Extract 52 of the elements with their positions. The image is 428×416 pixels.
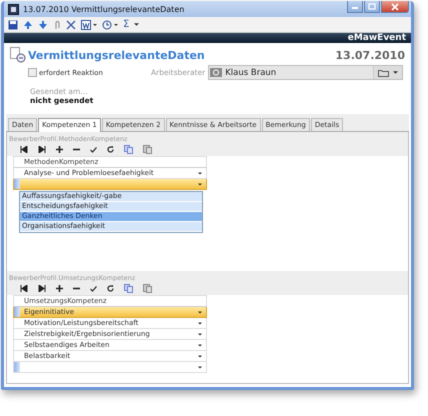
caret-icon[interactable] [198, 344, 202, 346]
add-icon[interactable] [56, 285, 63, 292]
refresh-icon[interactable] [107, 285, 114, 292]
form-date: 13.07.2010 [335, 48, 405, 62]
arrow-down-icon[interactable] [38, 20, 48, 30]
row-indicator [14, 307, 20, 317]
paste-icon[interactable] [143, 145, 152, 154]
clock-icon[interactable] [102, 20, 118, 30]
caret-icon[interactable] [198, 332, 202, 336]
copy-icon[interactable] [124, 284, 133, 293]
copy-icon[interactable] [124, 145, 133, 154]
caret-icon[interactable] [198, 172, 202, 174]
caret-icon[interactable] [198, 310, 202, 314]
caret-icon[interactable] [198, 182, 202, 186]
delete-icon[interactable] [66, 20, 76, 30]
save-icon[interactable] [8, 20, 18, 30]
caret-icon[interactable] [134, 23, 140, 26]
maximize-button[interactable] [364, 1, 380, 13]
close-button[interactable] [381, 1, 409, 13]
minimize-button[interactable] [347, 1, 363, 13]
checkmark-icon[interactable] [90, 146, 97, 152]
window-title: 13.07.2010 VermittlungsrelevanteDaten [23, 4, 186, 14]
remove-icon[interactable] [73, 148, 80, 151]
row-indicator [14, 179, 20, 189]
first-record-icon[interactable] [20, 146, 28, 153]
caret-icon[interactable] [393, 71, 398, 74]
advisor-field[interactable]: Klaus Braun [208, 65, 403, 80]
caret-icon[interactable] [198, 366, 202, 368]
arrow-up-icon[interactable] [23, 20, 33, 30]
paste-icon[interactable] [143, 284, 152, 293]
brand-name: eMawEvent [348, 33, 406, 43]
person-icon [210, 68, 222, 77]
checkbox[interactable] [28, 68, 37, 77]
sum-button[interactable]: Σ [123, 20, 130, 30]
word-document-icon[interactable] [81, 20, 97, 30]
last-record-icon[interactable] [38, 146, 46, 153]
remove-icon[interactable] [73, 287, 80, 290]
checkmark-icon[interactable] [90, 286, 97, 292]
row-indicator [14, 362, 20, 372]
folder-icon[interactable] [378, 68, 389, 76]
close-icon [391, 2, 399, 10]
add-icon[interactable] [56, 146, 63, 153]
paperclip-icon[interactable] [53, 20, 61, 30]
last-record-icon[interactable] [38, 285, 46, 292]
caret-icon[interactable] [198, 322, 202, 324]
app-icon [8, 4, 19, 14]
form-title: VermittlungsrelevanteDaten [28, 48, 206, 62]
refresh-icon[interactable] [107, 146, 114, 153]
document-icon [10, 47, 26, 63]
caret-icon[interactable] [198, 354, 202, 358]
first-record-icon[interactable] [20, 285, 28, 292]
maximize-icon [368, 3, 376, 10]
